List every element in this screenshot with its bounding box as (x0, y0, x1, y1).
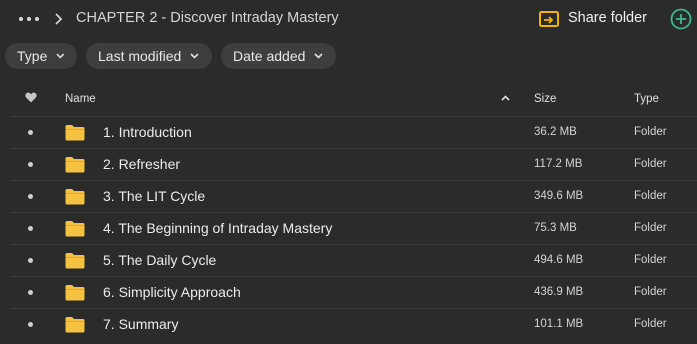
folder-name[interactable]: 1. Introduction (103, 124, 192, 140)
folder-type: Folder (634, 190, 667, 202)
folder-name[interactable]: 3. The LIT Cycle (103, 188, 205, 204)
top-bar: CHAPTER 2 - Discover Intraday Mastery Sh… (0, 0, 697, 38)
chevron-down-icon (314, 53, 323, 59)
filter-type-label: Type (17, 48, 48, 64)
more-options-icon[interactable] (19, 12, 39, 26)
folder-icon (65, 253, 85, 269)
folder-type: Folder (634, 286, 667, 298)
sort-ascending-icon[interactable] (501, 95, 510, 101)
favorite-dot-icon[interactable] (28, 258, 33, 263)
favorite-dot-icon[interactable] (28, 162, 33, 167)
folder-name[interactable]: 4. The Beginning of Intraday Mastery (103, 220, 332, 236)
filter-last-modified-label: Last modified (98, 48, 182, 64)
breadcrumb-folder-title[interactable]: CHAPTER 2 - Discover Intraday Mastery (76, 10, 339, 26)
share-folder-icon[interactable] (539, 10, 559, 28)
chevron-down-icon (56, 53, 65, 59)
table-row[interactable]: 3. The LIT Cycle 349.6 MB Folder (10, 180, 697, 212)
filter-date-added-label: Date added (233, 48, 306, 64)
folder-size: 117.2 MB (534, 158, 583, 170)
folder-size: 101.1 MB (534, 318, 584, 330)
favorite-dot-icon[interactable] (28, 194, 33, 199)
filter-type-button[interactable]: Type (5, 43, 77, 69)
column-header-type[interactable]: Type (634, 93, 659, 105)
favorite-dot-icon[interactable] (28, 290, 33, 295)
column-header-name[interactable]: Name (65, 93, 96, 105)
add-icon[interactable] (670, 8, 692, 30)
folder-type: Folder (634, 318, 667, 330)
folder-type: Folder (634, 222, 667, 234)
share-folder-button[interactable]: Share folder (568, 10, 647, 26)
favorite-dot-icon[interactable] (28, 322, 33, 327)
table-row[interactable]: 5. The Daily Cycle 494.6 MB Folder (10, 244, 697, 276)
folder-icon (65, 317, 85, 333)
folder-size: 436.9 MB (534, 286, 584, 298)
folder-icon (65, 157, 85, 173)
folder-size: 349.6 MB (534, 190, 584, 202)
favorite-dot-icon[interactable] (28, 226, 33, 231)
folder-name[interactable]: 5. The Daily Cycle (103, 252, 216, 268)
table-header: Name Size Type (0, 82, 697, 116)
folder-icon (65, 285, 85, 301)
column-header-size[interactable]: Size (534, 93, 556, 105)
table-row[interactable]: 2. Refresher 117.2 MB Folder (10, 148, 697, 180)
folder-name[interactable]: 2. Refresher (103, 156, 180, 172)
table-row[interactable]: 4. The Beginning of Intraday Mastery 75.3… (10, 212, 697, 244)
folder-icon (65, 189, 85, 205)
folder-icon (65, 125, 85, 141)
table-row[interactable]: 1. Introduction 36.2 MB Folder (10, 116, 697, 148)
table-row[interactable]: 7. Summary 101.1 MB Folder (10, 308, 697, 340)
folder-name[interactable]: 6. Simplicity Approach (103, 284, 241, 300)
folder-type: Folder (634, 254, 667, 266)
folder-type: Folder (634, 158, 667, 170)
folder-size: 75.3 MB (534, 222, 577, 234)
folder-size: 494.6 MB (534, 254, 584, 266)
filter-last-modified-button[interactable]: Last modified (86, 43, 212, 69)
heart-icon[interactable] (25, 92, 37, 103)
favorite-dot-icon[interactable] (28, 130, 33, 135)
folder-icon (65, 221, 85, 237)
breadcrumb-chevron-icon (55, 13, 63, 25)
table-row[interactable]: 6. Simplicity Approach 436.9 MB Folder (10, 276, 697, 308)
folder-name[interactable]: 7. Summary (103, 316, 178, 332)
folder-size: 36.2 MB (534, 126, 577, 138)
chevron-down-icon (190, 53, 199, 59)
filter-date-added-button[interactable]: Date added (221, 43, 336, 69)
folder-type: Folder (634, 126, 667, 138)
